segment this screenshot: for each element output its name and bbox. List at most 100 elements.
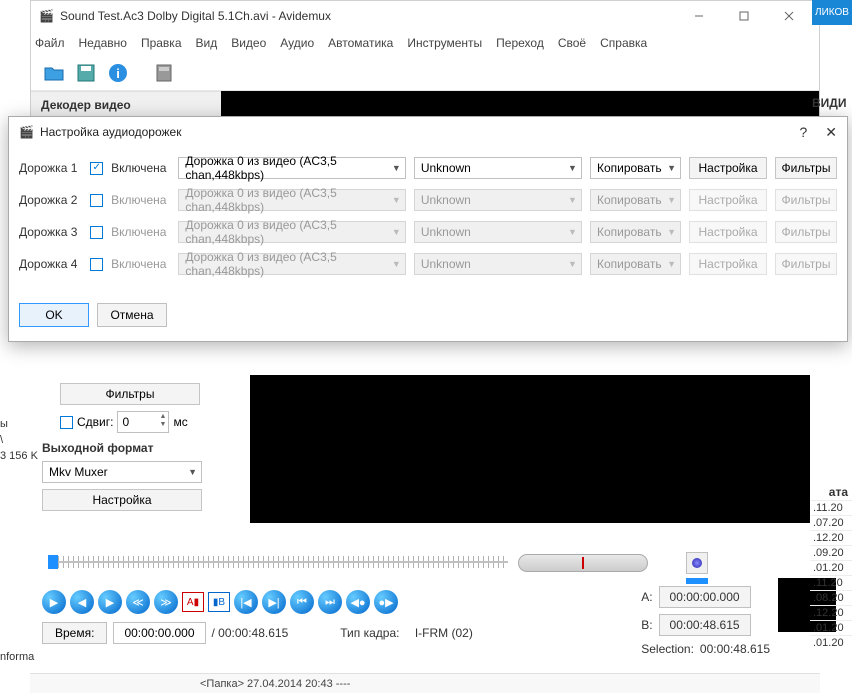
frame-type-label: Тип кадра: [340,626,399,640]
menu-tools[interactable]: Инструменты [407,36,482,50]
ok-button[interactable]: OK [19,303,89,327]
bg-date-item: .08.20 [810,590,852,605]
b-time-button[interactable]: 00:00:48.615 [659,614,751,636]
bg-fragment-vid: ВИДИ [812,96,852,110]
last-frame-button[interactable]: ▶| [262,590,286,614]
track-lang-combo[interactable]: Unknown▼ [414,157,582,179]
slider-thumb[interactable] [48,555,58,569]
info-icon[interactable]: i [105,60,131,86]
track-codec-combo: Копировать▼ [590,189,681,211]
track-codec-combo[interactable]: Копировать▼ [590,157,681,179]
calc-icon[interactable] [151,60,177,86]
track-enabled-checkbox[interactable] [90,258,103,271]
dialog-title: Настройка аудиодорожек [40,125,800,139]
bg-date-item: .12.20 [810,605,852,620]
b-label: B: [641,618,652,632]
save-icon[interactable] [73,60,99,86]
play-button[interactable]: ▶ [42,590,66,614]
time-label-button[interactable]: Время: [42,622,107,644]
track-setup-button: Настройка [689,221,767,243]
bg-fragment-left: ы \ 3 156 K [0,418,28,466]
output-format-combo[interactable]: Mkv Muxer▼ [42,461,202,483]
track-lang-combo: Unknown▼ [414,221,582,243]
track-filters-button[interactable]: Фильтры [775,157,837,179]
cancel-button[interactable]: Отмена [97,303,167,327]
duration-text: / 00:00:48.615 [212,626,289,640]
next-black-button[interactable]: ●▶ [374,590,398,614]
track-label: Дорожка 1 [19,161,82,175]
maximize-button[interactable] [721,1,766,31]
track-filters-button: Фильтры [775,221,837,243]
menu-edit[interactable]: Правка [141,36,182,50]
menu-go[interactable]: Переход [496,36,544,50]
shift-checkbox[interactable] [60,416,73,429]
track-setup-button: Настройка [689,253,767,275]
menu-help[interactable]: Справка [600,36,647,50]
menu-auto[interactable]: Автоматика [328,36,393,50]
menu-custom[interactable]: Своё [558,36,586,50]
track-source-combo: Дорожка 0 из видео (AC3,5 chan,448kbps)▼ [178,253,405,275]
dialog-help-icon[interactable]: ? [799,124,807,141]
first-frame-button[interactable]: |◀ [234,590,258,614]
menu-audio[interactable]: Аудио [280,36,314,50]
track-codec-combo: Копировать▼ [590,221,681,243]
output-format-heading: Выходной формат [42,441,212,455]
next-key-button[interactable]: ⏭ [318,590,342,614]
track-enabled-checkbox[interactable] [90,226,103,239]
menu-file[interactable]: Файл [35,36,65,50]
time-value[interactable]: 00:00:00.000 [113,622,205,644]
track-source-combo[interactable]: Дорожка 0 из видео (AC3,5 chan,448kbps)▼ [178,157,405,179]
fast-back-button[interactable]: ≪ [126,590,150,614]
jog-wheel[interactable] [518,554,648,572]
app-icon: 🎬 [39,9,54,23]
bg-fragment-head: ата [829,485,848,499]
shift-spinner[interactable]: 0▲▼ [117,411,169,433]
selection-label: Selection: [641,642,694,656]
prev-key-button[interactable]: ⏮ [290,590,314,614]
prev-black-button[interactable]: ◀● [346,590,370,614]
ms-label: мс [173,415,187,429]
bg-date-item: .01.20 [810,635,852,650]
enabled-label: Включена [111,225,170,239]
track-setup-button[interactable]: Настройка [689,157,767,179]
bg-date-item: .07.20 [810,515,852,530]
a-time-button[interactable]: 00:00:00.000 [659,586,751,608]
track-enabled-checkbox[interactable] [90,162,103,175]
enabled-label: Включена [111,161,170,175]
open-icon[interactable] [41,60,67,86]
slider-track[interactable] [48,561,508,563]
window-title: Sound Test.Ac3 Dolby Digital 5.1Ch.avi -… [60,9,676,23]
bg-fragment-top: ЛИКОВ [812,0,852,25]
enabled-label: Включена [111,257,170,271]
track-source-combo: Дорожка 0 из видео (AC3,5 chan,448kbps)▼ [178,221,405,243]
track-source-combo: Дорожка 0 из видео (AC3,5 chan,448kbps)▼ [178,189,405,211]
filters-button[interactable]: Фильтры [60,383,200,405]
menu-video[interactable]: Видео [231,36,266,50]
bg-date-item: .11.20 [810,575,852,590]
audio-tracks-dialog: 🎬 Настройка аудиодорожек ? ✕ Дорожка 1 Вк… [8,116,848,342]
set-a-marker-button[interactable]: A▮ [182,592,204,612]
prev-frame-button[interactable]: ◀ [70,590,94,614]
track-setup-button: Настройка [689,189,767,211]
track-enabled-checkbox[interactable] [90,194,103,207]
menu-recent[interactable]: Недавно [79,36,127,50]
svg-text:i: i [116,66,120,81]
a-label: A: [641,590,652,604]
next-frame-button[interactable]: ▶ [98,590,122,614]
fast-fwd-button[interactable]: ≫ [154,590,178,614]
close-button[interactable] [766,1,811,31]
bg-date-item: .01.20 [810,620,852,635]
bg-date-item: .01.20 [810,560,852,575]
dialog-close-icon[interactable]: ✕ [825,124,837,141]
bg-fragment-bottom: nforma [0,651,34,663]
video-preview-top [221,91,819,117]
shift-label: Сдвиг: [77,415,113,429]
menu-view[interactable]: Вид [196,36,218,50]
dialog-app-icon: 🎬 [19,125,34,139]
set-b-marker-button[interactable]: ▮B [208,592,230,612]
decoder-label: Декодер видео [31,91,221,119]
minimize-button[interactable] [676,1,721,31]
output-setup-button[interactable]: Настройка [42,489,202,511]
selection-value: 00:00:48.615 [700,642,770,656]
disc-icon[interactable] [686,552,708,574]
